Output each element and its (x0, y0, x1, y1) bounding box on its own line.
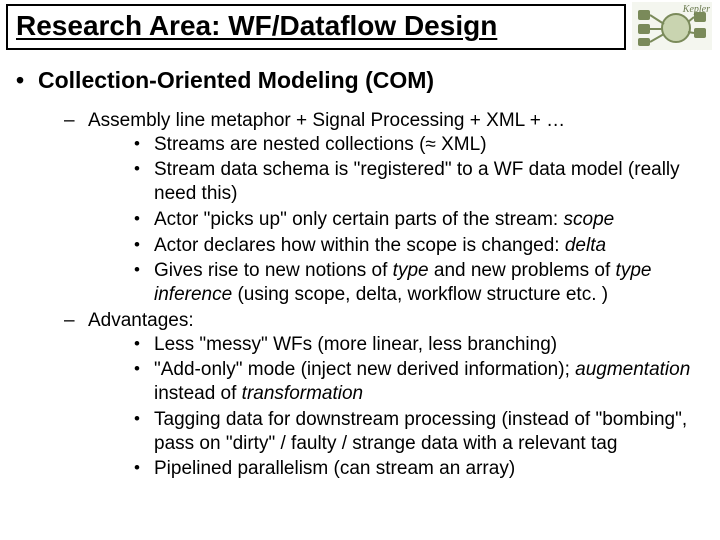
bullet-actor-scope: Actor "picks up" only certain parts of t… (132, 208, 706, 232)
bullet-add-only: "Add-only" mode (inject new derived info… (132, 358, 706, 406)
bullet-com-text: Collection-Oriented Modeling (COM) (38, 67, 434, 93)
slide-title: Research Area: WF/Dataflow Design (16, 10, 616, 42)
bullet-less-messy: Less "messy" WFs (more linear, less bran… (132, 333, 706, 357)
bullet-type-inference: Gives rise to new notions of type and ne… (132, 259, 706, 307)
bullet-actor-delta: Actor declares how within the scope is c… (132, 234, 706, 258)
bullet-assembly: Assembly line metaphor + Signal Processi… (60, 109, 706, 307)
text: instead of (154, 383, 242, 404)
text: Actor declares how within the scope is c… (154, 235, 565, 256)
slide: Kepler Research Area: WF/Dataflow Design… (0, 0, 720, 540)
bullet-com: Collection-Oriented Modeling (COM) Assem… (14, 66, 706, 481)
slide-body: Collection-Oriented Modeling (COM) Assem… (14, 66, 706, 491)
text: Actor "picks up" only certain parts of t… (154, 209, 564, 230)
em-transformation: transformation (242, 383, 363, 404)
text: Streams are nested collections ( (154, 134, 425, 155)
em-type: type (393, 260, 429, 281)
em-scope: scope (564, 209, 615, 230)
approx-symbol: ≈ (425, 134, 435, 155)
text: XML) (436, 134, 487, 155)
logo-label: Kepler (683, 4, 710, 15)
em-delta: delta (565, 235, 606, 256)
em-augmentation: augmentation (575, 359, 690, 380)
bullet-advantages-text: Advantages: (88, 310, 194, 331)
bullet-stream-schema: Stream data schema is "registered" to a … (132, 158, 706, 206)
bullet-assembly-text: Assembly line metaphor + Signal Processi… (88, 110, 565, 131)
text: (using scope, delta, workflow structure … (232, 284, 608, 305)
text: and new problems of (429, 260, 616, 281)
bullet-advantages: Advantages: Less "messy" WFs (more linea… (60, 309, 706, 481)
bullet-streams-nested: Streams are nested collections (≈ XML) (132, 133, 706, 157)
text: "Add-only" mode (inject new derived info… (154, 359, 575, 380)
text: Gives rise to new notions of (154, 260, 393, 281)
title-box: Research Area: WF/Dataflow Design (6, 4, 626, 50)
bullet-pipelined: Pipelined parallelism (can stream an arr… (132, 457, 706, 481)
bullet-tagging: Tagging data for downstream processing (… (132, 408, 706, 456)
